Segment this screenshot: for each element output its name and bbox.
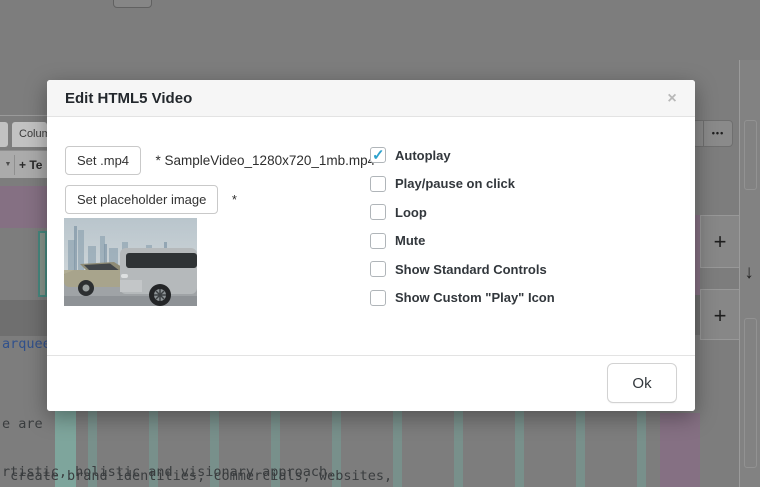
add-text-button[interactable]: + Te (19, 151, 42, 179)
checkbox-label: Show Standard Controls (395, 262, 547, 277)
video-placeholder-thumbnail (64, 218, 197, 306)
builder-purple-block-left (0, 186, 47, 228)
checkbox-mute[interactable]: ✓ Mute (370, 232, 555, 250)
dialog-title: Edit HTML5 Video (65, 80, 192, 117)
ok-button[interactable]: Ok (607, 363, 677, 403)
plus-icon: + (701, 216, 739, 267)
builder-dark-block-left (0, 300, 47, 336)
dialog-header: Edit HTML5 Video × (47, 80, 695, 117)
placeholder-row: Set placeholder image * (65, 185, 237, 214)
builder-purple-column-bottom (660, 413, 700, 487)
video-options-list: ✓ Autoplay ✓ Play/pause on click ✓ Loop … (370, 146, 555, 307)
text-line: e are (2, 416, 335, 432)
tab-column[interactable]: Column (12, 122, 47, 147)
checkbox-play-pause-on-click[interactable]: ✓ Play/pause on click (370, 175, 555, 193)
checkbox-label: Show Custom "Play" Icon (395, 290, 555, 305)
page-text-bottom: create brand identities, commercials, we… (2, 436, 400, 487)
checkbox-show-standard-controls[interactable]: ✓ Show Standard Controls (370, 260, 555, 278)
builder-toolbar-row: ▼ + Te (0, 150, 47, 178)
add-widget-cell[interactable]: + (700, 289, 740, 340)
toolbar-divider (14, 155, 15, 175)
right-rail-cell (744, 120, 757, 190)
ellipsis-icon[interactable]: ••• (703, 121, 733, 146)
mp4-row: Set .mp4 * SampleVideo_1280x720_1mb.mp4 (65, 146, 375, 175)
checkbox-label: Play/pause on click (395, 176, 515, 191)
checkbox-label: Mute (395, 233, 425, 248)
checkbox-box[interactable]: ✓ (370, 290, 386, 306)
checkbox-box[interactable]: ✓ (370, 147, 386, 163)
chevron-down-icon[interactable]: ▼ (2, 151, 14, 179)
more-options-group: ••• (692, 120, 733, 147)
video-widget-fragment (38, 231, 47, 297)
add-widget-cell[interactable]: + (700, 215, 740, 268)
checkbox-autoplay[interactable]: ✓ Autoplay (370, 146, 555, 164)
set-mp4-button[interactable]: Set .mp4 (65, 146, 141, 175)
close-icon[interactable]: × (659, 80, 685, 117)
dialog-footer: Ok (47, 355, 695, 411)
checkbox-label: Loop (395, 205, 427, 220)
checkbox-box[interactable]: ✓ (370, 176, 386, 192)
set-placeholder-image-button[interactable]: Set placeholder image (65, 185, 218, 214)
right-rail-cell (744, 318, 757, 468)
checkbox-loop[interactable]: ✓ Loop (370, 203, 555, 221)
marquee-link-fragment[interactable]: arquee (2, 336, 51, 352)
tab-fragment[interactable] (0, 122, 8, 147)
toolbar-top-border (0, 115, 47, 116)
required-marker: * (232, 192, 237, 207)
plus-icon: + (701, 290, 739, 341)
move-down-arrow-icon[interactable]: ↓ (738, 262, 760, 284)
checkbox-box[interactable]: ✓ (370, 204, 386, 220)
edit-html5-video-dialog: Edit HTML5 Video × Set .mp4 * SampleVide… (47, 80, 695, 411)
top-mini-button[interactable] (113, 0, 152, 8)
checkbox-show-custom-play-icon[interactable]: ✓ Show Custom "Play" Icon (370, 289, 555, 307)
checkbox-box[interactable]: ✓ (370, 261, 386, 277)
check-icon: ✓ (372, 146, 385, 164)
mp4-filename: * SampleVideo_1280x720_1mb.mp4 (155, 153, 375, 168)
checkbox-label: Autoplay (395, 148, 451, 163)
checkbox-box[interactable]: ✓ (370, 233, 386, 249)
text-line: create brand identities, commercials, we… (2, 468, 400, 484)
